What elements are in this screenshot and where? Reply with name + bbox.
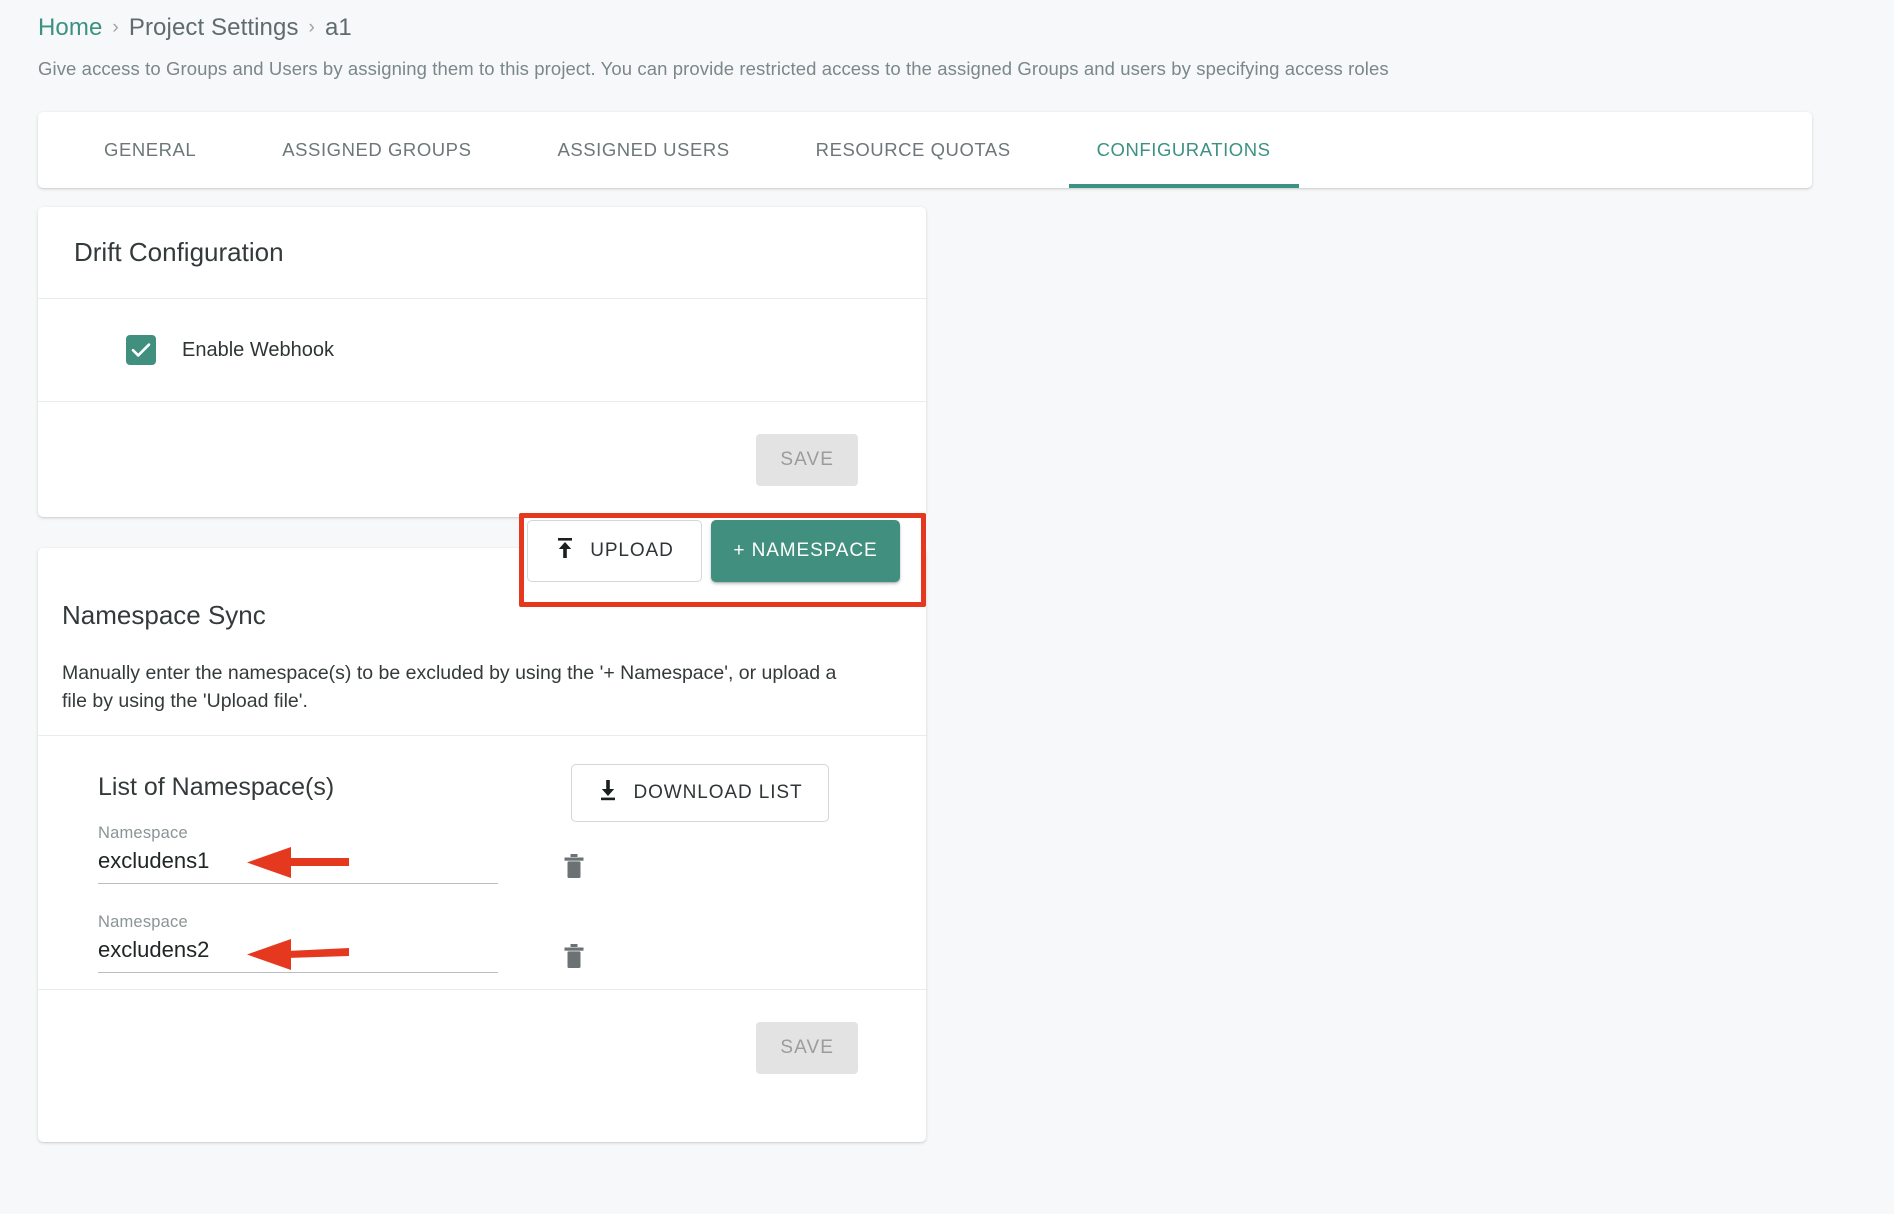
namespace-list-title: List of Namespace(s) (98, 773, 335, 801)
tab-assigned-groups[interactable]: ASSIGNED GROUPS (282, 112, 471, 188)
namespace-sync-description: Manually enter the namespace(s) to be ex… (62, 662, 837, 712)
tab-resource-quotas[interactable]: RESOURCE QUOTAS (816, 112, 1011, 188)
page-description: Give access to Groups and Users by assig… (38, 58, 1389, 79)
check-icon (131, 343, 151, 357)
upload-button-label: UPLOAD (590, 540, 674, 561)
namespace-field-label-1: Namespace (98, 824, 188, 842)
upload-icon (555, 537, 575, 565)
upload-button[interactable]: UPLOAD (527, 520, 702, 582)
namespace-field-label-2: Namespace (98, 913, 188, 931)
namespace-sync-footer: SAVE (38, 990, 926, 1105)
add-namespace-button[interactable]: + NAMESPACE (711, 520, 900, 582)
tab-general[interactable]: GENERAL (104, 112, 196, 188)
download-list-label: DOWNLOAD LIST (633, 782, 803, 803)
namespace-input-2[interactable] (98, 937, 498, 973)
namespace-sync-header: Namespace Sync UPLOAD + NAMESPACE Manual… (38, 513, 926, 736)
breadcrumb: Home › Project Settings › a1 (38, 14, 352, 42)
namespace-sync-card: Namespace Sync UPLOAD + NAMESPACE Manual… (38, 513, 926, 1142)
delete-namespace-button-2[interactable] (557, 941, 591, 975)
drift-card-header: Drift Configuration (38, 207, 926, 299)
drift-card-footer: SAVE (38, 402, 926, 517)
namespace-field-row-2: Namespace (98, 913, 498, 973)
trash-icon (562, 943, 586, 974)
project-settings-page: Home › Project Settings › a1 Give access… (0, 0, 1894, 1214)
namespace-sync-save-button[interactable]: SAVE (756, 1021, 858, 1074)
tab-assigned-users[interactable]: ASSIGNED USERS (557, 112, 729, 188)
download-list-button[interactable]: DOWNLOAD LIST (571, 764, 829, 822)
trash-icon (562, 853, 586, 884)
download-icon (598, 779, 618, 807)
enable-webhook-checkbox[interactable] (126, 335, 156, 365)
namespace-field-row-1: Namespace (98, 824, 498, 884)
tab-configurations[interactable]: CONFIGURATIONS (1068, 112, 1299, 188)
breadcrumb-project-settings[interactable]: Project Settings (129, 14, 299, 42)
drift-card-body: Enable Webhook (38, 299, 926, 402)
breadcrumb-home-link[interactable]: Home (38, 14, 102, 42)
drift-configuration-card: Drift Configuration Enable Webhook SAVE (38, 207, 926, 517)
breadcrumb-separator-1: › (112, 17, 119, 38)
enable-webhook-label: Enable Webhook (182, 338, 334, 361)
breadcrumb-separator-2: › (308, 17, 315, 38)
namespace-list-section: List of Namespace(s) DOWNLOAD LIST Names… (38, 736, 926, 990)
namespace-input-1[interactable] (98, 848, 498, 884)
drift-card-title: Drift Configuration (74, 237, 284, 267)
drift-save-button[interactable]: SAVE (756, 433, 858, 486)
tab-bar: GENERAL ASSIGNED GROUPS ASSIGNED USERS R… (38, 112, 1812, 188)
delete-namespace-button-1[interactable] (557, 851, 591, 885)
breadcrumb-current-project: a1 (324, 14, 352, 41)
namespace-sync-title: Namespace Sync (62, 600, 266, 630)
namespace-action-buttons: UPLOAD + NAMESPACE (527, 520, 900, 582)
